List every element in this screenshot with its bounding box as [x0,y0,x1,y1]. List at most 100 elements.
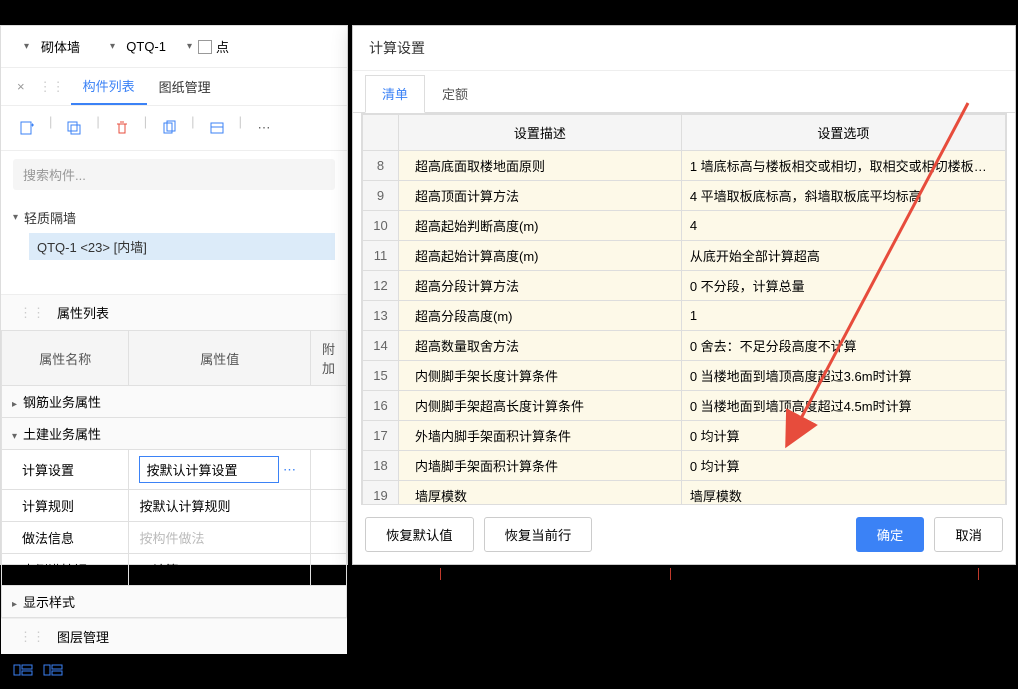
col-header-desc: 设置描述 [399,115,682,151]
point-checkbox-item[interactable]: 点 [198,37,229,56]
more-icon[interactable]: ⋯ [250,114,278,142]
row-number: 11 [363,241,399,271]
settings-row[interactable]: 12 超高分段计算方法 0 不分段，计算总量 [363,271,1006,301]
row-opt[interactable]: 4 平墙取板底标高，斜墙取板底平均标高 [681,181,1005,211]
col-header-value: 属性值 [129,331,311,386]
row-desc: 超高分段计算方法 [399,271,682,301]
ellipsis-button[interactable]: ⋯ [279,462,300,478]
col-header-extra: 附加 [311,331,347,386]
tree-group-label: 轻质隔墙 [24,208,76,227]
cancel-button[interactable]: 取消 [934,517,1003,552]
settings-row[interactable]: 13 超高分段高度(m) 1 [363,301,1006,331]
settings-row[interactable]: 17 外墙内脚手架面积计算条件 0 均计算 [363,421,1006,451]
settings-row[interactable]: 19 墙厚模数 墙厚模数 [363,481,1006,506]
row-opt[interactable]: 0 当楼地面到墙顶高度超过3.6m时计算 [681,361,1005,391]
chevron-down-icon[interactable]: ▾ [187,41,192,52]
attr-row-calc-settings[interactable]: 计算设置 按默认计算设置⋯ [2,450,347,490]
chevron-down-icon: ▾ [110,41,115,52]
ok-button[interactable]: 确定 [856,517,925,552]
settings-row[interactable]: 16 内侧脚手架超高长度计算条件 0 当楼地面到墙顶高度超过4.5m时计算 [363,391,1006,421]
attribute-table: 属性名称 属性值 附加 ▸钢筋业务属性 ▾土建业务属性 计算设置 按默认计算设置… [1,330,347,618]
dialog-tabs: 清单 定额 [353,75,1015,113]
restore-row-button[interactable]: 恢复当前行 [484,517,593,552]
settings-row[interactable]: 14 超高数量取舍方法 0 舍去：不足分段高度不计算 [363,331,1006,361]
col-header-num [363,115,399,151]
top-toolbar: ▾ 砌体墙 ▾ QTQ-1 ▾ 点 [1,26,347,68]
dialog-footer: 恢复默认值 恢复当前行 确定 取消 [353,505,1015,564]
row-desc: 超高数量取舍方法 [399,331,682,361]
row-number: 9 [363,181,399,211]
layer-toggle-icon[interactable] [13,662,33,681]
attr-group-rebar[interactable]: ▸钢筋业务属性 [2,386,347,418]
layer-toggle-icon[interactable] [43,662,63,681]
tab-bill[interactable]: 清单 [365,75,425,113]
attr-row-inner-mesh[interactable]: 内侧满挂钢.. 不计算 [2,554,347,586]
col-header-name: 属性名称 [2,331,129,386]
attr-row-calc-rules[interactable]: 计算规则 按默认计算规则 [2,490,347,522]
row-number: 8 [363,151,399,181]
settings-row[interactable]: 8 超高底面取楼地面原则 1 墙底标高与楼板相交或相切，取相交或相切楼板顶标高高… [363,151,1006,181]
row-opt[interactable]: 1 墙底标高与楼板相交或相切，取相交或相切楼板顶标高高的板 [681,151,1005,181]
row-desc: 内墙脚手架面积计算条件 [399,451,682,481]
row-number: 15 [363,361,399,391]
tab-quota[interactable]: 定额 [425,75,485,112]
close-icon[interactable]: × [9,75,33,98]
row-desc: 超高起始判断高度(m) [399,211,682,241]
row-desc: 超高分段高度(m) [399,301,682,331]
tab-bar: × ⋮⋮ 构件列表 图纸管理 [1,68,347,106]
row-number: 16 [363,391,399,421]
row-opt[interactable]: 0 均计算 [681,421,1005,451]
dropdown-label: 砌体墙 [41,37,80,56]
attr-panel-header[interactable]: ⋮⋮ 属性列表 [1,294,347,330]
settings-row[interactable]: 15 内侧脚手架长度计算条件 0 当楼地面到墙顶高度超过3.6m时计算 [363,361,1006,391]
layer-panel-header[interactable]: ⋮⋮ 图层管理 [1,618,347,654]
duplicate-icon[interactable] [155,114,183,142]
copy-icon[interactable] [60,114,88,142]
tab-component-list[interactable]: 构件列表 [71,68,147,105]
attr-row-method[interactable]: 做法信息 按构件做法 [2,522,347,554]
layer-icon[interactable] [203,114,231,142]
restore-default-button[interactable]: 恢复默认值 [365,517,474,552]
row-opt[interactable]: 0 不分段，计算总量 [681,271,1005,301]
row-opt[interactable]: 墙厚模数 [681,481,1005,506]
row-desc: 内侧脚手架超高长度计算条件 [399,391,682,421]
settings-row[interactable]: 9 超高顶面计算方法 4 平墙取板底标高，斜墙取板底平均标高 [363,181,1006,211]
row-opt[interactable]: 0 舍去：不足分段高度不计算 [681,331,1005,361]
dropdown-label: QTQ-1 [126,39,166,54]
chevron-down-icon: ▾ [24,41,29,52]
row-number: 10 [363,211,399,241]
row-opt[interactable]: 0 均计算 [681,451,1005,481]
tree-group[interactable]: ▾ 轻质隔墙 [13,202,335,233]
chevron-right-icon: ▸ [12,399,17,410]
chevron-down-icon: ▾ [12,431,17,442]
new-icon[interactable] [13,114,41,142]
col-header-opt: 设置选项 [681,115,1005,151]
panel-title: 图层管理 [57,627,109,646]
tab-drawing-mgmt[interactable]: 图纸管理 [147,69,223,104]
chevron-down-icon: ▾ [13,212,18,223]
settings-row[interactable]: 10 超高起始判断高度(m) 4 [363,211,1006,241]
row-desc: 墙厚模数 [399,481,682,506]
row-number: 17 [363,421,399,451]
component-instance-dropdown[interactable]: ▾ QTQ-1 [95,34,175,59]
row-opt[interactable]: 4 [681,211,1005,241]
settings-row[interactable]: 11 超高起始计算高度(m) 从底开始全部计算超高 [363,241,1006,271]
component-type-dropdown[interactable]: ▾ 砌体墙 [9,32,89,61]
layer-toolbar [1,654,347,689]
delete-icon[interactable] [108,114,136,142]
row-number: 19 [363,481,399,506]
drag-handle-icon[interactable]: ⋮⋮ [33,79,71,95]
row-opt[interactable]: 1 [681,301,1005,331]
row-opt[interactable]: 0 当楼地面到墙顶高度超过4.5m时计算 [681,391,1005,421]
attr-group-civil[interactable]: ▾土建业务属性 [2,418,347,450]
row-desc: 超高底面取楼地面原则 [399,151,682,181]
drag-handle-icon: ⋮⋮ [13,629,51,645]
search-input[interactable]: 搜索构件... [13,159,335,190]
ruler-marks [380,568,1000,598]
calculation-settings-dialog: 计算设置 清单 定额 设置描述 设置选项 8 超高底面取楼地面原则 1 墙底标高… [352,25,1016,565]
settings-row[interactable]: 18 内墙脚手架面积计算条件 0 均计算 [363,451,1006,481]
panel-title: 属性列表 [57,303,109,322]
tree-item-selected[interactable]: QTQ-1 <23> [内墙] [29,233,335,260]
row-number: 12 [363,271,399,301]
row-opt[interactable]: 从底开始全部计算超高 [681,241,1005,271]
